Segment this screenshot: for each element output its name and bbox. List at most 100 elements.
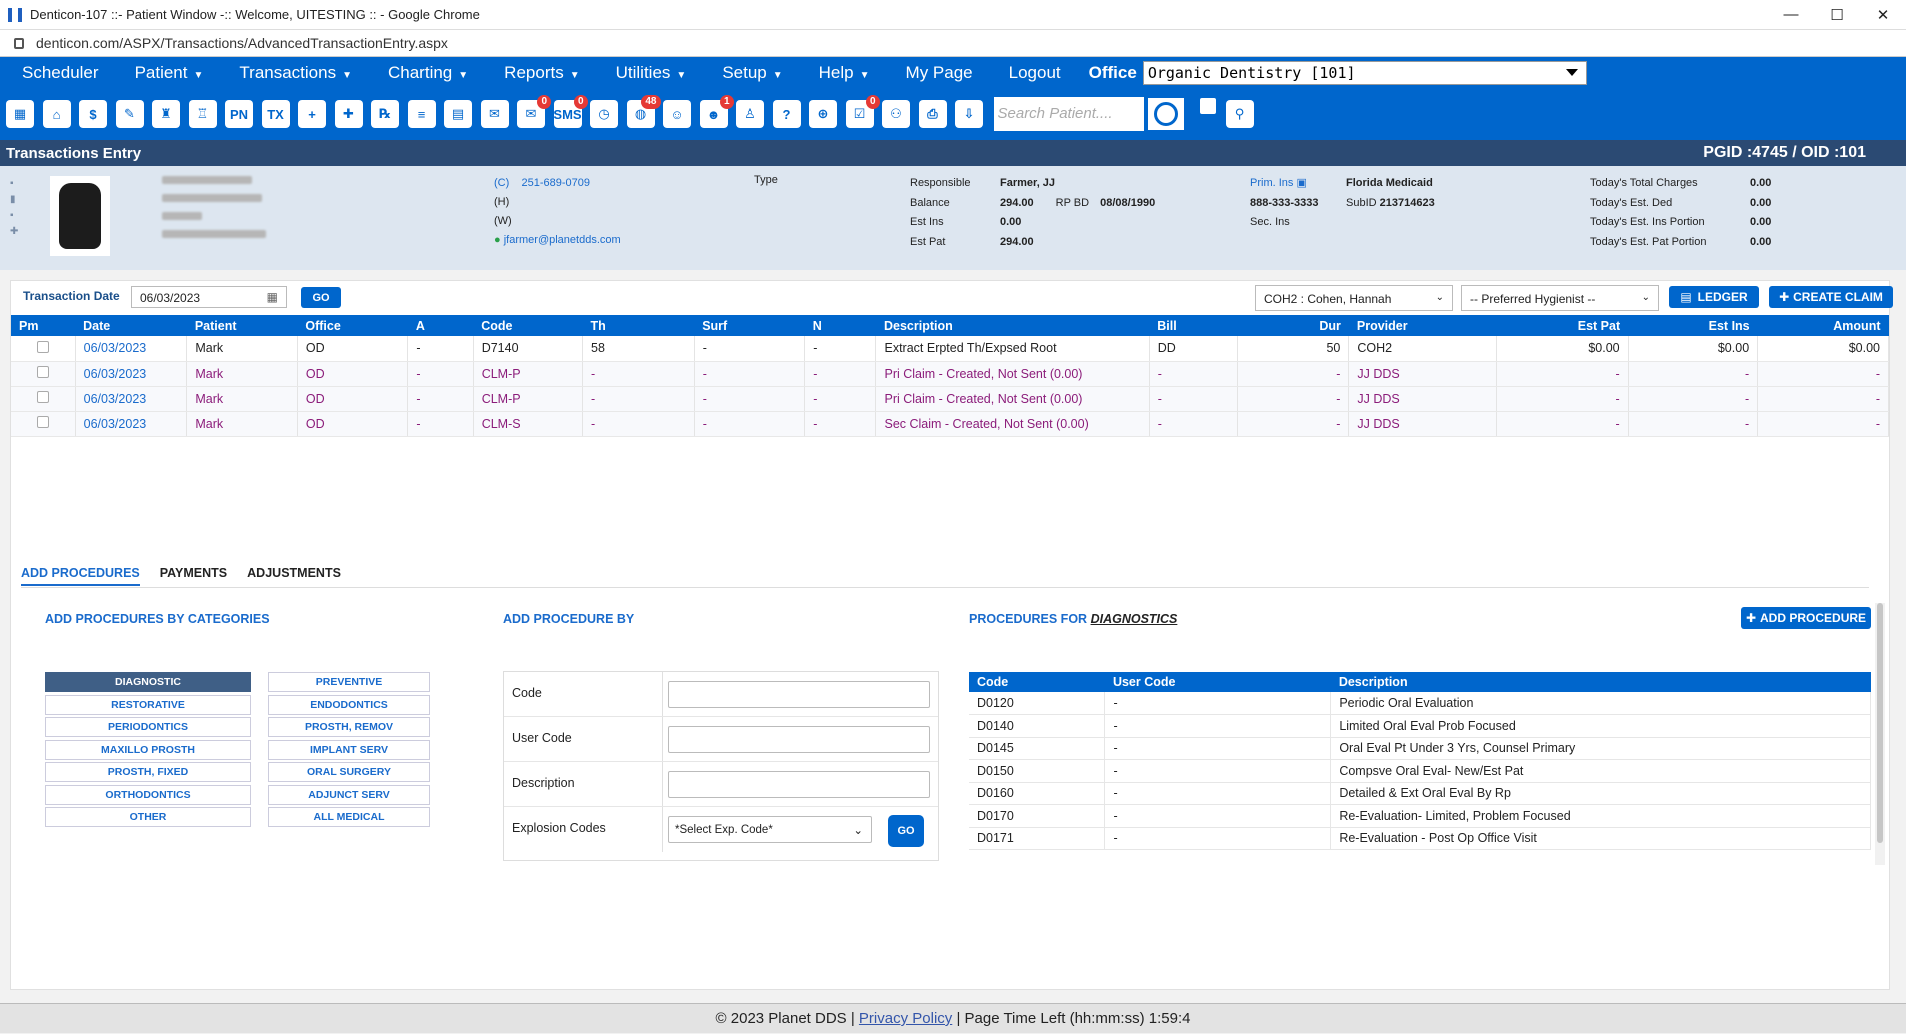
tab-payments[interactable]: PAYMENTS bbox=[160, 566, 227, 586]
ledger-button[interactable]: ▤ LEDGER bbox=[1669, 286, 1759, 308]
category-prosth-fixed[interactable]: PROSTH, FIXED bbox=[45, 762, 251, 782]
address-bar[interactable]: denticon.com/ASPX/Transactions/AdvancedT… bbox=[0, 30, 1906, 57]
calendar-icon[interactable]: ▦ bbox=[4, 97, 36, 131]
column-header[interactable]: Code bbox=[473, 315, 583, 336]
category-other[interactable]: OTHER bbox=[45, 807, 251, 827]
group-icon[interactable]: ⚇ bbox=[880, 97, 912, 131]
transaction-row[interactable]: 06/03/2023 Mark OD - CLM-P - - - Pri Claim - Cre… bbox=[11, 361, 1889, 387]
row-checkbox[interactable] bbox=[36, 340, 49, 353]
row-checkbox[interactable] bbox=[36, 416, 49, 428]
category-endodontics[interactable]: ENDODONTICS bbox=[268, 694, 430, 715]
date-go-button[interactable]: GO bbox=[301, 287, 341, 308]
patient-search-icon[interactable] bbox=[1145, 96, 1186, 132]
description-input[interactable] bbox=[668, 771, 930, 798]
home-icon[interactable]: ⌂ bbox=[41, 97, 73, 131]
category-diagnostic[interactable]: DIAGNOSTIC bbox=[45, 672, 251, 692]
column-header[interactable]: A bbox=[407, 315, 474, 336]
column-header[interactable]: Est Ins bbox=[1628, 315, 1758, 336]
procedure-row[interactable]: D0170- Re-Evaluation- Limited, Problem Fo… bbox=[969, 804, 1871, 828]
procedure-row[interactable]: D0140- Limited Oral Eval Prob Focused bbox=[969, 714, 1871, 738]
column-header[interactable]: Description bbox=[875, 315, 1150, 336]
add-procedure-button[interactable]: ✚ ADD PROCEDURE bbox=[1741, 607, 1871, 629]
explosion-go-button[interactable]: GO bbox=[888, 815, 924, 847]
print-icon[interactable]: ⎙ bbox=[917, 97, 949, 131]
transaction-row[interactable]: 06/03/2023 Mark OD - CLM-P - - - Pri Claim - Cre… bbox=[11, 386, 1889, 412]
column-header[interactable]: Date bbox=[75, 315, 187, 336]
patient-photo[interactable] bbox=[50, 176, 110, 256]
checklist-icon[interactable]: ☑ 0 bbox=[844, 95, 880, 131]
minimize-button[interactable]: — bbox=[1768, 6, 1814, 24]
perio-icon[interactable]: ♖ bbox=[187, 97, 219, 131]
category-restorative[interactable]: RESTORATIVE bbox=[45, 694, 251, 715]
alert-user-icon[interactable]: ☻ 1 bbox=[698, 95, 734, 131]
column-header[interactable]: Pm bbox=[11, 315, 76, 336]
progress-notes-icon[interactable]: PN bbox=[223, 97, 255, 131]
category-prosth-remov[interactable]: PROSTH, REMOV bbox=[268, 717, 430, 737]
tooth-chart-icon[interactable]: ♜ bbox=[150, 97, 182, 131]
tooth-icon[interactable]: ♙ bbox=[734, 97, 766, 131]
help-tooth-icon[interactable]: ? bbox=[771, 97, 803, 131]
family-add-icon[interactable]: ✚ bbox=[333, 97, 365, 131]
privacy-policy-link[interactable]: Privacy Policy bbox=[859, 1010, 952, 1027]
menu-reports[interactable]: Reports ▼ bbox=[504, 63, 579, 83]
clock-icon[interactable]: ◷ bbox=[588, 97, 620, 131]
sms-icon[interactable]: SMS 0 bbox=[552, 95, 588, 131]
column-header[interactable]: N bbox=[804, 315, 876, 336]
url-text[interactable]: denticon.com/ASPX/Transactions/AdvancedT… bbox=[36, 35, 448, 51]
procedure-row[interactable]: D0160- Detailed & Ext Oral Eval By Rp bbox=[969, 782, 1871, 805]
procedure-row[interactable]: D0145- Oral Eval Pt Under 3 Yrs, Counsel … bbox=[969, 737, 1871, 760]
menu-setup[interactable]: Setup ▼ bbox=[722, 63, 782, 83]
web-icon[interactable]: ⊕ bbox=[807, 97, 839, 131]
category-oral-surgery[interactable]: ORAL SURGERY bbox=[268, 762, 430, 782]
find-patient-icon[interactable]: ⚲ bbox=[1224, 97, 1256, 131]
notes-icon[interactable]: ≡ bbox=[406, 97, 438, 131]
menu-logout[interactable]: Logout bbox=[1009, 63, 1061, 83]
side-icons[interactable]: ▪ ▮ ▪ ✚ bbox=[10, 176, 18, 240]
category-periodontics[interactable]: PERIODONTICS bbox=[45, 717, 251, 737]
transaction-date-input[interactable]: 06/03/2023 ▦ bbox=[131, 286, 287, 308]
create-claim-button[interactable]: ✚ CREATE CLAIM bbox=[1769, 286, 1893, 308]
tab-add-procedures[interactable]: ADD PROCEDURES bbox=[21, 566, 140, 586]
treatment-icon[interactable]: TX bbox=[260, 97, 292, 131]
row-checkbox[interactable] bbox=[36, 391, 49, 403]
support-icon[interactable]: ☺ bbox=[661, 97, 693, 131]
search-checkbox[interactable] bbox=[1199, 98, 1216, 114]
document-icon[interactable]: ▤ bbox=[442, 97, 474, 131]
patient-search-input[interactable]: Search Patient.... bbox=[993, 97, 1144, 131]
column-header[interactable]: Surf bbox=[694, 315, 805, 336]
column-header[interactable]: Dur bbox=[1237, 315, 1349, 336]
column-header[interactable]: Patient bbox=[186, 315, 298, 336]
column-header[interactable]: Provider bbox=[1348, 315, 1497, 336]
prescription-icon[interactable]: ℞ bbox=[369, 97, 401, 131]
code-input[interactable] bbox=[668, 681, 930, 708]
office-select[interactable]: Organic Dentistry [101] bbox=[1142, 60, 1587, 85]
email-link[interactable]: jfarmer@planetdds.com bbox=[504, 234, 621, 246]
category-all-medical[interactable]: ALL MEDICAL bbox=[268, 807, 430, 827]
column-header[interactable]: Amount bbox=[1757, 315, 1889, 336]
menu-utilities[interactable]: Utilities ▼ bbox=[616, 63, 687, 83]
download-icon[interactable]: ⇩ bbox=[953, 97, 985, 131]
menu-transactions[interactable]: Transactions ▼ bbox=[239, 63, 352, 83]
add-patient-icon[interactable]: + bbox=[296, 97, 328, 131]
column-header[interactable]: Bill bbox=[1149, 315, 1238, 336]
procedure-row[interactable]: D0171- Re-Evaluation - Post Op Office Vis… bbox=[969, 827, 1871, 850]
menu-help[interactable]: Help ▼ bbox=[819, 63, 870, 83]
category-preventive[interactable]: PREVENTIVE bbox=[268, 672, 430, 692]
table-scrollbar[interactable] bbox=[1875, 603, 1885, 865]
hygienist-select[interactable]: -- Preferred Hygienist -- ⌄ bbox=[1461, 285, 1659, 311]
transaction-row[interactable]: 06/03/2023 Mark OD - D7140 58- - Extract Erpted… bbox=[11, 336, 1889, 362]
close-button[interactable]: ✕ bbox=[1860, 6, 1906, 24]
menu-charting[interactable]: Charting ▼ bbox=[388, 63, 468, 83]
row-checkbox[interactable] bbox=[36, 366, 49, 378]
procedure-row[interactable]: D0150- Compsve Oral Eval- New/Est Pat bbox=[969, 759, 1871, 783]
messages-icon[interactable]: ✉ 0 bbox=[515, 95, 551, 131]
menu-patient[interactable]: Patient ▼ bbox=[135, 63, 204, 83]
category-implant-serv[interactable]: IMPLANT SERV bbox=[268, 739, 430, 760]
category-orthodontics[interactable]: ORTHODONTICS bbox=[45, 784, 251, 805]
menu-scheduler[interactable]: Scheduler bbox=[22, 63, 99, 83]
mail-icon[interactable]: ✉ bbox=[479, 97, 511, 131]
prim-ins-link[interactable]: Prim. Ins bbox=[1250, 177, 1293, 189]
provider-select[interactable]: COH2 : Cohen, Hannah ⌄ bbox=[1255, 285, 1453, 311]
maximize-button[interactable]: ☐ bbox=[1814, 6, 1860, 24]
procedure-row[interactable]: D0120- Periodic Oral Evaluation bbox=[969, 692, 1871, 715]
